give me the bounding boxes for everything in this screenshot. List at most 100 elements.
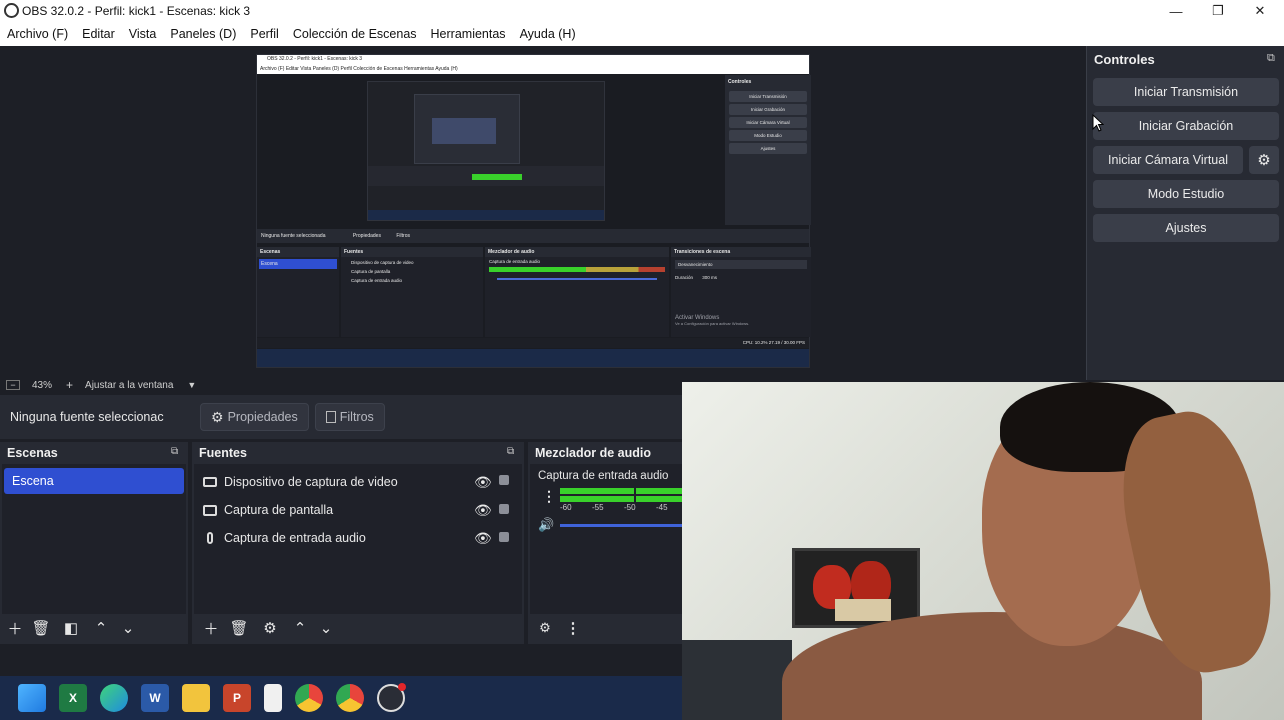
properties-button[interactable]: ⚙ Propiedades [200,403,309,431]
filters-button[interactable]: Filtros [314,403,385,431]
nested-control-btn: Iniciar Cámara Virtual [729,117,807,128]
nested-transitions-title: Transiciones de escena [671,247,811,257]
zoom-out-button[interactable]: − [6,380,20,390]
source-row[interactable]: Captura de entrada audio 👁 [194,524,522,552]
nested-scenes-title: Escenas [257,247,339,257]
menu-coleccion-escenas[interactable]: Colección de Escenas [286,27,424,41]
eye-icon[interactable]: 👁 [474,530,492,547]
filters-icon [325,411,336,423]
nested-filters: Filtros [396,233,410,239]
chrome-icon[interactable] [336,684,364,712]
scenes-header: Escenas ⧉ [0,442,188,464]
obs-icon[interactable] [377,683,406,712]
volume-slider[interactable] [560,524,684,527]
eye-icon[interactable]: 👁 [474,474,492,491]
virtual-camera-settings-button[interactable]: ⚙ [1249,146,1279,174]
nested-mixer-title: Mezclador de audio [485,247,669,257]
fit-window-label[interactable]: Ajustar a la ventana [85,380,173,391]
nested-control-btn: Modo Estudio [729,130,807,141]
nested-inner-preview [367,81,605,221]
source-row[interactable]: Captura de pantalla 👁 [194,496,522,524]
settings-button[interactable]: Ajustes [1093,214,1279,242]
nested-source-item: Captura de entrada audio [351,278,403,283]
move-down-button[interactable]: ⌄ [314,619,338,637]
minimize-button[interactable]: — [1154,0,1198,22]
menu-vista[interactable]: Vista [122,27,164,41]
close-button[interactable]: ✕ [1238,0,1282,22]
mixer-menu-icon[interactable]: ⋮ [556,619,590,637]
source-label: Captura de entrada audio [224,531,366,545]
chevron-down-icon[interactable]: ▼ [187,380,196,390]
zoom-bar: − 43% + Ajustar a la ventana ▼ [0,377,682,393]
add-source-button[interactable]: ＋ [198,618,224,639]
file-explorer-icon[interactable] [182,684,210,712]
nested-transition-select: Desvanecimiento [675,260,807,269]
nested-source-bar: Ninguna fuente seleccionada Propiedades … [257,229,809,243]
lock-icon[interactable] [499,504,509,514]
lock-icon[interactable] [499,475,509,485]
advanced-audio-icon[interactable]: ⚙ [534,620,556,636]
move-up-button[interactable]: ⌃ [286,619,314,637]
nested-source-item: Captura de pantalla [351,269,391,274]
nested-duration-value: 300 ms [702,275,718,280]
controls-dock: Controles ⧉ Iniciar Transmisión Iniciar … [1086,46,1284,380]
excel-icon[interactable]: X [59,684,87,712]
menu-perfil[interactable]: Perfil [243,27,285,41]
source-toolbar: Ninguna fuente seleccionac ⚙ Propiedades… [0,395,682,439]
menu-archivo[interactable]: Archivo (F) [0,27,75,41]
word-icon[interactable]: W [141,684,169,712]
speaker-icon[interactable]: 🔊 [538,517,554,533]
windows-start-icon[interactable] [18,684,46,712]
monitor-icon [203,504,217,516]
menu-herramientas[interactable]: Herramientas [424,27,513,41]
nested-title-bar: OBS 32.0.2 - Perfil: kick1 - Escenas: ki… [257,55,809,64]
source-properties-button[interactable]: ⚙ [254,619,286,637]
zoom-level: 43% [32,379,53,391]
start-recording-button[interactable]: Iniciar Grabación [1093,112,1279,140]
nested-sources-title: Fuentes [341,247,483,257]
nested-properties: Propiedades [352,233,381,239]
add-scene-button[interactable]: ＋ [4,618,26,639]
nested-volume-slider [497,278,657,280]
start-virtual-camera-button[interactable]: Iniciar Cámara Virtual [1093,146,1243,174]
sources-list: Dispositivo de captura de video 👁 Captur… [194,464,522,614]
window-title: OBS 32.0.2 - Perfil: kick1 - Escenas: ki… [22,4,251,18]
menu-editar[interactable]: Editar [75,27,122,41]
document-icon[interactable] [264,684,282,712]
meter-tick: -55 [592,503,604,512]
properties-label: Propiedades [227,410,298,424]
source-row[interactable]: Dispositivo de captura de video 👁 [194,468,522,496]
remove-scene-button[interactable]: 🗑 [26,619,56,637]
no-source-label: Ninguna fuente seleccionac [10,410,164,424]
undock-icon[interactable]: ⧉ [1267,52,1275,65]
start-streaming-button[interactable]: Iniciar Transmisión [1093,78,1279,106]
nested-mixer-dock: Mezclador de audio Captura de entrada au… [485,247,669,337]
remove-source-button[interactable]: 🗑 [224,619,254,637]
scenes-list: Escena [2,464,186,614]
menu-ayuda[interactable]: Ayuda (H) [513,27,583,41]
chrome-icon[interactable] [295,684,323,712]
studio-mode-button[interactable]: Modo Estudio [1093,180,1279,208]
lock-icon[interactable] [499,532,509,542]
restore-button[interactable]: ❐ [1196,0,1240,22]
filters-label: Filtros [339,410,374,424]
scene-filters-button[interactable]: ◧ [56,619,86,637]
nested-activate-windows: Activar Windows Ve a Configuración para … [675,315,749,326]
source-label: Dispositivo de captura de video [224,475,398,489]
mixer-channel-name: Captura de entrada audio [538,470,669,482]
audio-mixer-dock: Mezclador de audio Captura de entrada au… [528,442,684,644]
edge-icon[interactable] [100,684,128,712]
powerpoint-icon[interactable]: P [223,684,251,712]
mixer-header: Mezclador de audio [528,442,682,464]
undock-icon[interactable]: ⧉ [171,446,178,457]
obs-logo-icon [4,3,19,18]
kebab-menu-icon[interactable]: ⋮ [542,488,556,505]
scene-item[interactable]: Escena [4,468,184,494]
zoom-in-button[interactable]: + [66,378,73,392]
microphone-icon [207,532,213,544]
move-up-button[interactable]: ⌃ [86,619,116,637]
move-down-button[interactable]: ⌄ [116,619,140,637]
undock-icon[interactable]: ⧉ [507,446,514,457]
menu-paneles[interactable]: Paneles (D) [163,27,243,41]
eye-icon[interactable]: 👁 [474,502,492,519]
